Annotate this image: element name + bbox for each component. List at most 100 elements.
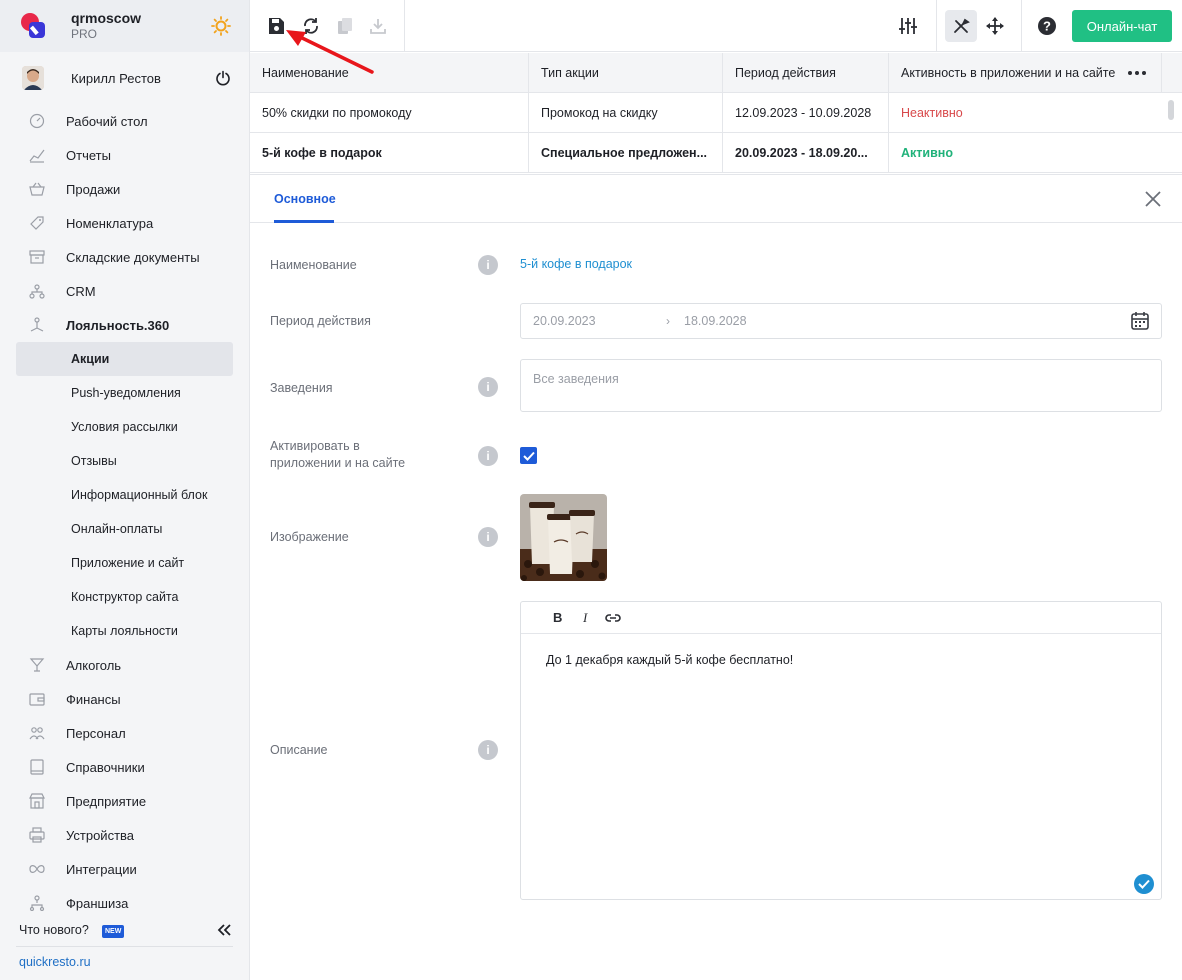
loyalty-icon [30, 317, 44, 332]
sidebar-item-sales[interactable]: Продажи [16, 172, 233, 206]
sidebar-item-nomenclature[interactable]: Номенклатура [16, 206, 233, 240]
description-text[interactable]: До 1 декабря каждый 5-й кофе бесплатно! [546, 653, 793, 667]
promotion-form: Наименование i 5-й кофе в подарок Период… [250, 224, 1182, 980]
sidebar-item-dashboard[interactable]: Рабочий стол [16, 104, 233, 138]
sidebar-subitem-app-site[interactable]: Приложение и сайт [16, 546, 233, 580]
label-image: Изображение [270, 530, 349, 544]
sidebar-subitem-label: Push-уведомления [71, 386, 181, 400]
promotion-image[interactable] [520, 494, 607, 581]
sidebar-item-label: Финансы [66, 691, 121, 707]
help-button[interactable]: ? [1034, 13, 1060, 39]
info-icon[interactable]: i [478, 446, 498, 466]
column-header-period[interactable]: Период действия [735, 53, 885, 93]
sidebar-subitem-label: Отзывы [71, 454, 117, 468]
bold-button[interactable]: B [553, 610, 562, 625]
new-badge: NEW [102, 925, 125, 938]
sidebar-subitem-loyalty-cards[interactable]: Карты лояльности [16, 614, 233, 648]
sidebar-subitem-label: Конструктор сайта [71, 590, 179, 604]
column-header-activity[interactable]: Активность в приложении и на сайте [901, 53, 1131, 93]
sidebar-item-devices[interactable]: Устройства [16, 818, 233, 852]
label-venues: Заведения [270, 381, 333, 395]
sidebar-item-reports[interactable]: Отчеты [16, 138, 233, 172]
activate-checkbox[interactable] [520, 447, 537, 464]
sidebar-item-integrations[interactable]: Интеграции [16, 852, 233, 886]
filter-settings-button[interactable] [895, 13, 921, 39]
sidebar-item-alcohol[interactable]: Алкоголь [16, 648, 233, 682]
venues-placeholder: Все заведения [533, 372, 619, 386]
user-name: Кирилл Рестов [71, 71, 161, 86]
sidebar-item-finance[interactable]: Финансы [16, 682, 233, 716]
table-row[interactable]: 50% скидки по промокоду Промокод на скид… [250, 93, 1182, 133]
printer-icon [29, 827, 45, 843]
sidebar-subitem-online-payments[interactable]: Онлайн-оплаты [16, 512, 233, 546]
date-to[interactable]: 18.09.2028 [684, 314, 747, 328]
tag-icon [30, 216, 44, 230]
cell-period: 20.09.2023 - 18.09.20... [735, 146, 868, 160]
column-header-type[interactable]: Тип акции [541, 53, 716, 93]
sidebar-subitem-reviews[interactable]: Отзывы [16, 444, 233, 478]
wallet-icon [29, 693, 45, 706]
sidebar-subitem-mailing[interactable]: Условия рассылки [16, 410, 233, 444]
sidebar-item-label: Персонал [66, 725, 126, 741]
venues-field[interactable]: Все заведения [520, 359, 1162, 412]
info-icon[interactable]: i [478, 527, 498, 547]
move-button[interactable] [982, 13, 1008, 39]
calendar-icon[interactable] [1130, 311, 1150, 331]
info-icon[interactable]: i [478, 377, 498, 397]
description-editor[interactable]: B I До 1 декабря каждый 5-й кофе бесплат… [520, 601, 1162, 900]
table-row-selected[interactable]: 5-й кофе в подарок Специальное предложен… [250, 133, 1182, 173]
sidebar-item-franchise[interactable]: Франшиза [16, 886, 233, 920]
info-icon[interactable]: i [478, 255, 498, 275]
toolbar-divider [936, 0, 937, 52]
sidebar-item-staff[interactable]: Персонал [16, 716, 233, 750]
cell-status: Активно [901, 146, 953, 160]
sidebar-item-loyalty[interactable]: Лояльность.360 [16, 308, 233, 342]
column-divider [888, 93, 889, 133]
column-divider [888, 53, 889, 93]
collapse-sidebar-icon[interactable] [217, 922, 231, 938]
whats-new-link[interactable]: Что нового? [19, 923, 89, 937]
cell-type: Промокод на скидку [541, 106, 658, 120]
user-profile[interactable]: Кирилл Рестов [0, 60, 249, 96]
close-icon[interactable] [1144, 190, 1162, 208]
more-options-icon[interactable] [1127, 66, 1147, 80]
brand-name: qrmoscow [71, 10, 142, 26]
sidebar-subitem-info-block[interactable]: Информационный блок [16, 478, 233, 512]
sidebar-subitem-site-builder[interactable]: Конструктор сайта [16, 580, 233, 614]
tools-button[interactable] [945, 10, 977, 42]
tab-main[interactable]: Основное [274, 192, 336, 206]
column-divider [722, 93, 723, 133]
cell-name: 5-й кофе в подарок [262, 146, 382, 160]
sidebar-subitem-promotions[interactable]: Акции [16, 342, 233, 376]
sidebar-item-label: Отчеты [66, 147, 111, 163]
sidebar-item-warehouse[interactable]: Складские документы [16, 240, 233, 274]
table-scrollbar[interactable] [1168, 100, 1174, 120]
power-icon[interactable] [215, 70, 231, 86]
sidebar-item-references[interactable]: Справочники [16, 750, 233, 784]
brand-header[interactable]: qrmoscow PRO [0, 0, 249, 52]
date-from[interactable]: 20.09.2023 [533, 314, 596, 328]
sidebar-subitem-push[interactable]: Push-уведомления [16, 376, 233, 410]
infinity-icon [29, 865, 45, 873]
date-range-field[interactable]: 20.09.2023 › 18.09.2028 [520, 303, 1162, 339]
toolbar-divider [1021, 0, 1022, 52]
sidebar-item-label: Лояльность.360 [66, 317, 170, 333]
sidebar-item-label: Номенклатура [66, 215, 154, 231]
online-chat-button[interactable]: Онлайн-чат [1072, 10, 1172, 42]
italic-button[interactable]: I [583, 610, 587, 626]
sidebar-subitem-label: Акции [71, 352, 110, 366]
name-field[interactable]: 5-й кофе в подарок [520, 257, 632, 271]
link-icon[interactable] [605, 612, 621, 624]
dashboard-icon [29, 113, 45, 129]
sun-icon[interactable] [211, 16, 231, 36]
sidebar-item-label: Франшиза [66, 895, 129, 911]
site-link[interactable]: quickresto.ru [19, 955, 91, 969]
column-divider [528, 133, 529, 173]
info-icon[interactable]: i [478, 740, 498, 760]
sidebar-item-enterprise[interactable]: Предприятие [16, 784, 233, 818]
sidebar-item-label: Продажи [66, 181, 121, 197]
glass-icon [29, 658, 45, 672]
sidebar-item-label: Алкоголь [66, 657, 122, 673]
sidebar-item-crm[interactable]: CRM [16, 274, 233, 308]
svg-text:?: ? [1043, 19, 1051, 34]
